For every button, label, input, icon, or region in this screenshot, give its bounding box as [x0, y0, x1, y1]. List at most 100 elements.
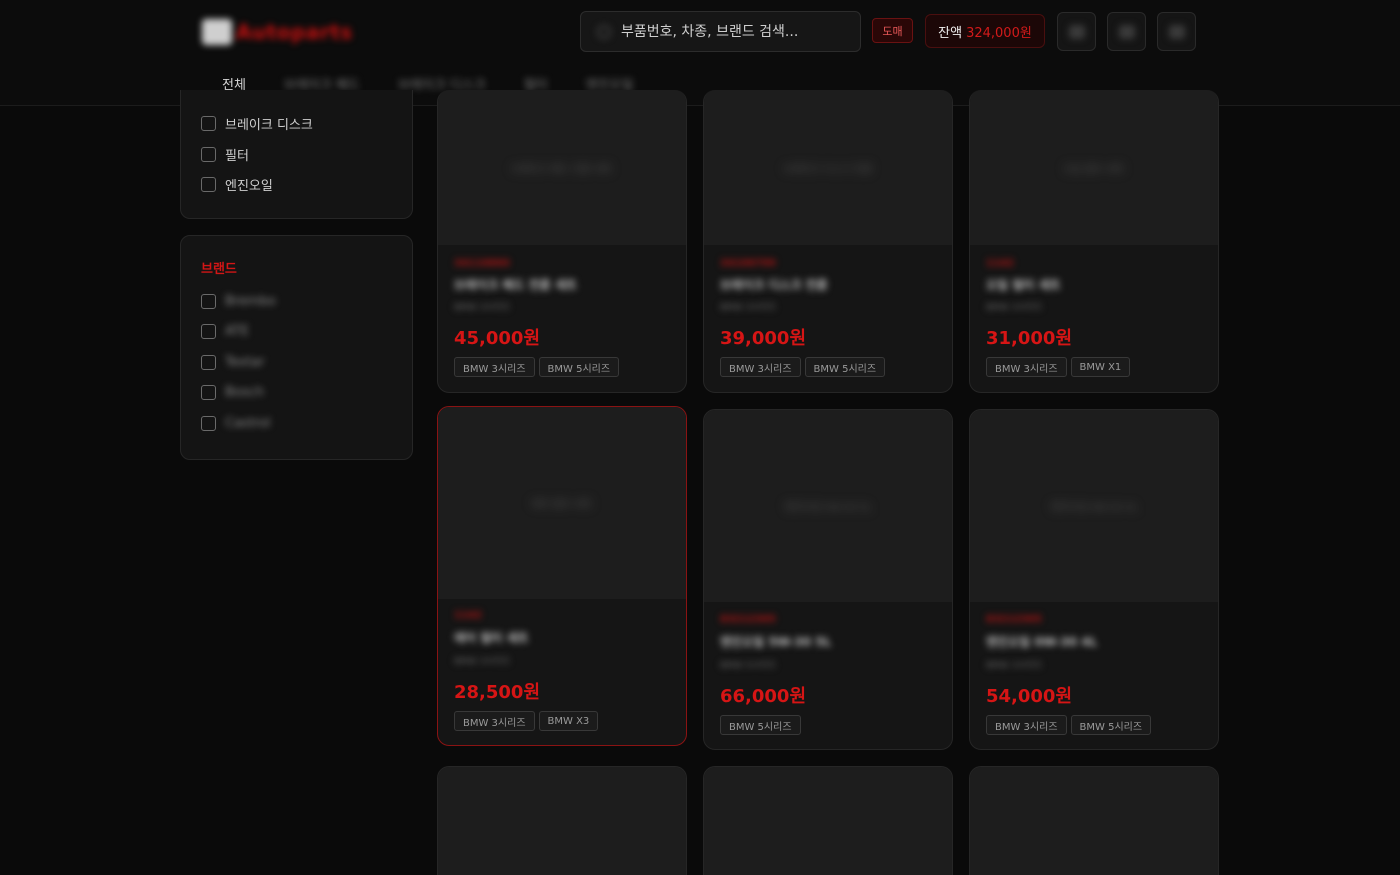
product-title: 엔진오일 0W-30 4L	[986, 635, 1098, 649]
product-title: 브레이크 디스크 전륜	[720, 278, 828, 292]
search-box[interactable]	[580, 11, 861, 52]
category-option-label: 브레이크 디스크	[225, 118, 313, 133]
checkbox[interactable]	[201, 324, 216, 339]
compatibility-tags: BMW 3시리즈 BMW 5시리즈	[454, 357, 620, 377]
balance-display[interactable]: 잔액 324,000원	[925, 14, 1045, 48]
product-image: 브레이크 디스크 전륜	[704, 90, 952, 245]
product-title: 에어 필터 세트	[454, 631, 529, 645]
brand-option-label: ATE	[225, 324, 250, 339]
checkbox[interactable]	[201, 355, 216, 370]
product-title: 엔진오일 5W-30 5L	[720, 635, 832, 649]
checkbox[interactable]	[201, 116, 216, 131]
cart-button[interactable]	[1057, 12, 1096, 51]
compatibility-tags: BMW 3시리즈 BMW X3	[454, 711, 599, 731]
brand-option-label: Textar	[225, 355, 265, 370]
product-image	[438, 767, 686, 875]
product-title: 브레이크 패드 전륜 세트	[454, 278, 577, 292]
product-title: 오일 필터 세트	[986, 278, 1061, 292]
product-card[interactable]: 엔진오일 5W-30 5L 83212365 엔진오일 5W-30 5L BMW…	[703, 409, 953, 750]
category-option[interactable]: 브레이크 디스크	[201, 114, 313, 133]
logo-text: Autoparts	[236, 20, 353, 44]
category-option[interactable]: 필터	[201, 145, 249, 164]
product-sku: 1142	[986, 258, 1014, 269]
checkbox[interactable]	[201, 177, 216, 192]
brand-filter-panel: 브랜드 Brembo ATE Textar Bosch Castrol	[180, 235, 413, 460]
brand-option[interactable]: Textar	[201, 355, 265, 370]
product-price: 54,000원	[986, 686, 1073, 707]
category-filter-panel: 브레이크 디스크 필터 엔진오일	[180, 90, 413, 219]
product-sku: 83212365	[720, 614, 776, 625]
product-image: 오일 필터 세트	[970, 90, 1218, 245]
product-image	[704, 767, 952, 875]
balance-label: 잔액	[938, 25, 963, 41]
brand-option-label: Castrol	[225, 416, 271, 431]
product-card[interactable]	[969, 766, 1219, 875]
compat-tag: BMW X3	[538, 711, 599, 731]
product-subtitle: BMW 3시리즈	[454, 657, 511, 667]
balance-value: 324,000원	[966, 25, 1032, 41]
product-subtitle: BMW 3시리즈	[986, 661, 1043, 671]
checkbox[interactable]	[201, 294, 216, 309]
category-option-label: 엔진오일	[225, 179, 273, 194]
checkbox[interactable]	[201, 416, 216, 431]
product-card[interactable]	[437, 766, 687, 875]
search-input[interactable]	[621, 23, 841, 40]
compat-tag: BMW 3시리즈	[720, 357, 801, 377]
product-subtitle: BMW 3시리즈	[720, 303, 777, 313]
compatibility-tags: BMW 3시리즈 BMW X1	[986, 357, 1131, 377]
product-sku: 34106799	[720, 258, 776, 269]
product-price: 31,000원	[986, 328, 1073, 349]
product-subtitle: BMW 5시리즈	[720, 661, 777, 671]
logo-mark	[202, 19, 232, 45]
checkbox[interactable]	[201, 147, 216, 162]
brand-option[interactable]: Brembo	[201, 294, 276, 309]
brand-filter-title: 브랜드	[201, 262, 237, 277]
brand-option[interactable]: ATE	[201, 324, 249, 339]
compat-tag: BMW X1	[1070, 357, 1131, 377]
account-button[interactable]	[1157, 12, 1196, 51]
product-card[interactable]: 오일 필터 세트 1142 오일 필터 세트 BMW 3시리즈 31,000원 …	[969, 90, 1219, 393]
compat-tag: BMW 5시리즈	[804, 357, 886, 377]
notification-button[interactable]	[1107, 12, 1146, 51]
compat-tag: BMW 3시리즈	[986, 357, 1067, 377]
compatibility-tags: BMW 3시리즈 BMW 5시리즈	[986, 715, 1152, 735]
product-image: 엔진오일 5W-30 5L	[704, 410, 952, 602]
brand-option[interactable]: Bosch	[201, 385, 264, 400]
brand-option[interactable]: Castrol	[201, 416, 271, 431]
product-image: 브레이크 패드 전륜 세트	[438, 90, 686, 245]
product-sku: 1142	[454, 610, 482, 621]
bell-icon	[1118, 24, 1135, 39]
product-subtitle: BMW 3시리즈	[454, 303, 511, 313]
product-image	[970, 767, 1218, 875]
product-subtitle: BMW 3시리즈	[986, 303, 1043, 313]
product-card[interactable]: 엔진오일 0W-30 4L 83212365 엔진오일 0W-30 4L BMW…	[969, 409, 1219, 750]
product-sku: 34116860	[454, 258, 510, 269]
compat-tag: BMW 3시리즈	[454, 711, 535, 731]
compat-tag: BMW 3시리즈	[986, 715, 1067, 735]
product-price: 66,000원	[720, 686, 807, 707]
category-option[interactable]: 엔진오일	[201, 175, 273, 194]
compat-tag: BMW 5시리즈	[720, 715, 801, 735]
compat-tag: BMW 3시리즈	[454, 357, 535, 377]
site-logo[interactable]: Autoparts	[202, 18, 353, 46]
product-sku: 83212365	[986, 614, 1042, 625]
cart-icon	[1068, 24, 1085, 39]
product-price: 39,000원	[720, 328, 807, 349]
product-card[interactable]	[703, 766, 953, 875]
category-option-label: 필터	[225, 149, 249, 164]
compat-tag: BMW 5시리즈	[1070, 715, 1152, 735]
product-image: 에어 필터 세트	[438, 407, 686, 599]
compatibility-tags: BMW 5시리즈	[720, 715, 801, 735]
brand-option-label: Bosch	[225, 385, 265, 400]
product-card[interactable]: 브레이크 패드 전륜 세트 34116860 브레이크 패드 전륜 세트 BMW…	[437, 90, 687, 393]
compat-tag: BMW 5시리즈	[538, 357, 620, 377]
brand-option-label: Brembo	[225, 294, 276, 309]
compatibility-tags: BMW 3시리즈 BMW 5시리즈	[720, 357, 886, 377]
user-icon	[1168, 24, 1185, 39]
product-card-selected[interactable]: 에어 필터 세트 1142 에어 필터 세트 BMW 3시리즈 28,500원 …	[437, 406, 687, 746]
product-price: 28,500원	[454, 682, 541, 703]
search-icon	[597, 24, 611, 39]
product-image: 엔진오일 0W-30 4L	[970, 410, 1218, 602]
checkbox[interactable]	[201, 385, 216, 400]
product-card[interactable]: 브레이크 디스크 전륜 34106799 브레이크 디스크 전륜 BMW 3시리…	[703, 90, 953, 393]
